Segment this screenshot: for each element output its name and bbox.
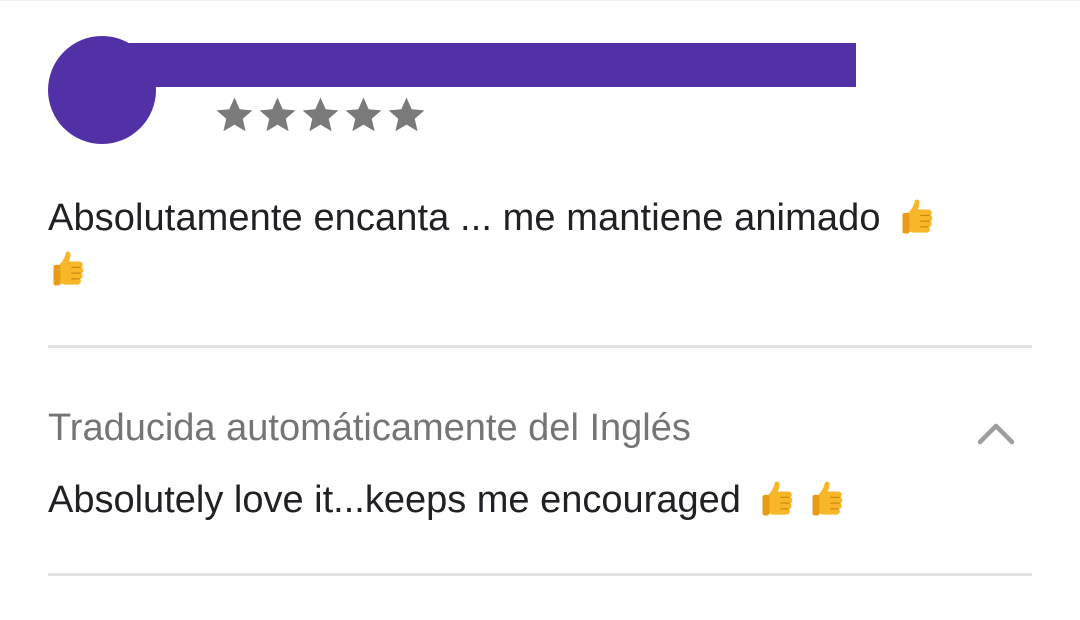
thumbs-up-icon (53, 251, 84, 286)
author-name-redacted (96, 43, 856, 87)
original-text-block: Absolutely love it...keeps me encouraged (48, 474, 851, 526)
translated-label: Traducida automáticamente del Inglés (48, 407, 691, 449)
divider (48, 573, 1032, 576)
thumbs-up-icon (812, 481, 843, 516)
thumbs-up-icon (762, 481, 793, 516)
review-text-block: Absolutamente encanta ... me mantiene an… (48, 192, 1033, 296)
star-rating (213, 92, 428, 138)
chevron-up-icon[interactable] (976, 418, 1016, 446)
star-icon (345, 97, 382, 132)
thumbs-up-icon (902, 199, 933, 234)
star-icon (302, 97, 339, 132)
divider (48, 345, 1032, 348)
star-icon (388, 97, 425, 132)
original-text: Absolutely love it...keeps me encouraged (48, 479, 741, 521)
top-divider (0, 0, 1080, 1)
review-text: Absolutamente encanta ... me mantiene an… (48, 197, 881, 239)
star-icon (216, 97, 253, 132)
star-icon (259, 97, 296, 132)
